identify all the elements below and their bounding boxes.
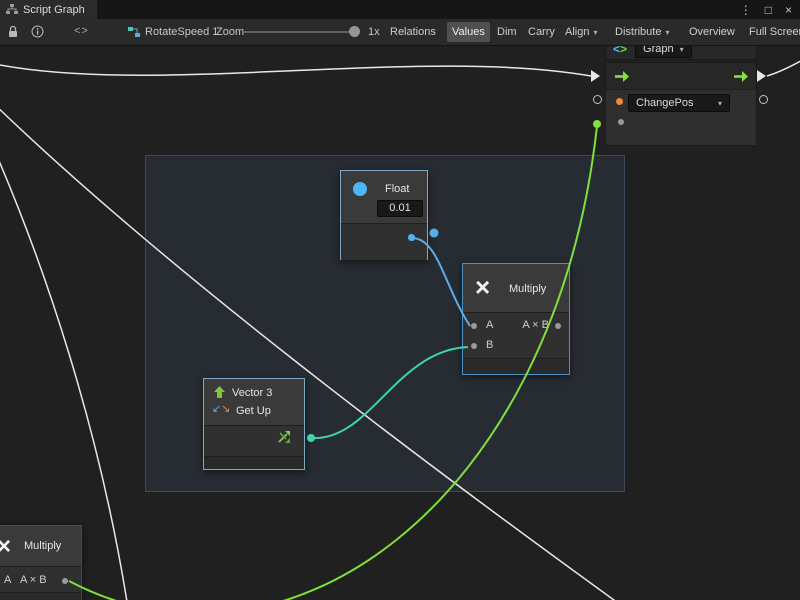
toolbar-button-dim[interactable]: Dim	[492, 22, 522, 42]
maximize-icon[interactable]: □	[765, 3, 772, 17]
vector3-type-label: Vector 3	[232, 387, 272, 399]
node-custom-event[interactable]: ChangePos ▾	[605, 62, 757, 146]
multiply-icon: ×	[475, 274, 490, 300]
event-name-dropdown[interactable]: ChangePos ▾	[628, 94, 730, 112]
multiply-node-footer	[463, 358, 569, 374]
float-value-input[interactable]: 0.01	[377, 200, 423, 217]
multiply-input-b-label: B	[486, 339, 493, 351]
transform-arrow-downleft-icon: ↙	[212, 402, 221, 415]
vector3-output-port-icon[interactable]	[276, 429, 292, 445]
graph-asset-icon	[128, 26, 140, 38]
close-icon[interactable]: ×	[785, 3, 792, 17]
unconnected-port-circle-left[interactable]	[593, 95, 602, 104]
chevron-down-icon: ▾	[718, 99, 722, 108]
multiply-output-port[interactable]	[555, 323, 561, 329]
graph-reference-label: RotateSpeed 1	[145, 26, 218, 38]
unconnected-port-circle-right[interactable]	[759, 95, 768, 104]
multiply2-node-title: Multiply	[24, 540, 61, 552]
chevron-down-icon: ▾	[593, 28, 597, 37]
node-float[interactable]: Float 0.01	[340, 170, 428, 260]
event-extra-port[interactable]	[618, 119, 624, 125]
kebab-menu-icon[interactable]: ⋮	[740, 3, 752, 17]
toolbar-button-overview[interactable]: Overview	[684, 22, 740, 42]
script-graph-window: Float 0.01 × Multiply A A × B B Vector 3…	[0, 0, 800, 600]
lock-icon[interactable]	[7, 25, 19, 38]
toolbar-button-distribute[interactable]: Distribute ▾	[610, 22, 674, 42]
getup-node-footer	[204, 456, 304, 469]
info-icon[interactable]	[31, 25, 44, 38]
event-name-label: ChangePos	[636, 97, 694, 109]
float-node-title: Float	[385, 183, 409, 195]
multiply2-node-footer	[0, 592, 81, 600]
chevron-down-icon: ▾	[665, 28, 669, 37]
zoom-slider-handle[interactable]	[349, 26, 360, 37]
multiply2-output-label: A × B	[20, 574, 47, 586]
toolbar-button-values[interactable]: Values	[447, 22, 490, 42]
event-value-port[interactable]	[616, 98, 623, 105]
title-bar: Script Graph ⋮ □ ×	[0, 0, 800, 19]
zoom-label: Zoom	[216, 26, 244, 38]
toolbar-button-carry[interactable]: Carry	[523, 22, 560, 42]
multiply-input-a-label: A	[486, 319, 493, 331]
control-output-arrow-icon[interactable]	[733, 70, 749, 83]
multiply-node-title: Multiply	[509, 283, 546, 295]
script-graph-icon	[6, 4, 18, 15]
multiply2-input-a-label: A	[4, 574, 11, 586]
code-icon[interactable]: <>	[74, 25, 89, 37]
zoom-value: 1x	[368, 26, 380, 38]
node-vector3-getup[interactable]: Vector 3 ↙ ↘ Get Up	[203, 378, 305, 470]
float-node-body	[341, 223, 427, 260]
multiply-input-b-port[interactable]	[471, 343, 477, 349]
tab-title: Script Graph	[23, 4, 85, 16]
float-output-port[interactable]	[408, 234, 415, 241]
control-input-arrow-icon[interactable]	[614, 70, 630, 83]
window-tab[interactable]: Script Graph	[0, 0, 97, 19]
multiply2-output-port[interactable]	[62, 578, 68, 584]
getup-action-label: Get Up	[236, 405, 271, 417]
vector3-up-arrow-icon	[213, 385, 226, 399]
float-type-icon	[353, 182, 367, 196]
graph-reference[interactable]: RotateSpeed 1	[128, 24, 218, 40]
transform-arrow-downright-icon: ↘	[221, 402, 230, 415]
multiply-input-a-port[interactable]	[471, 323, 477, 329]
toolbar-button-relations[interactable]: Relations	[385, 22, 441, 42]
node-multiply[interactable]: × Multiply A A × B B	[462, 263, 570, 375]
node-multiply-partial[interactable]: × Multiply A A × B	[0, 525, 82, 600]
zoom-slider[interactable]	[243, 31, 359, 33]
control-in-wire-arrowhead	[591, 70, 600, 82]
multiply-node-body	[463, 312, 569, 359]
control-out-wire-arrowhead	[757, 70, 766, 82]
multiply2-icon: ×	[0, 535, 11, 559]
toolbar: <> RotateSpeed 1 Zoom 1x Relations Value…	[0, 19, 800, 46]
toolbar-button-fullscreen[interactable]: Full Screen	[744, 22, 800, 42]
toolbar-button-align[interactable]: Align ▾	[560, 22, 602, 42]
multiply-output-label: A × B	[522, 319, 549, 331]
